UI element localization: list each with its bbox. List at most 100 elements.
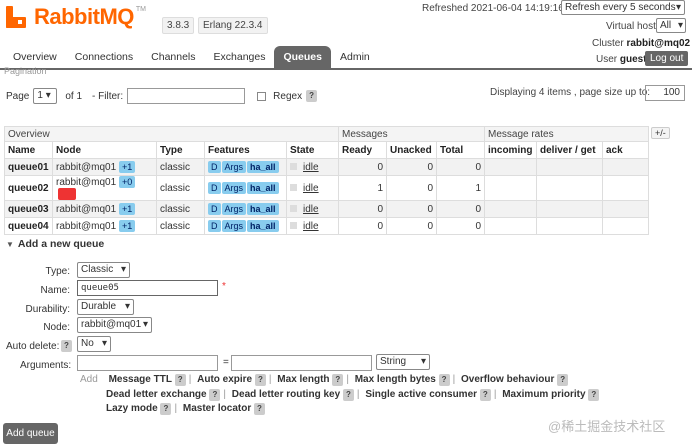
page-size-input[interactable]: 100	[645, 85, 685, 101]
col-incoming[interactable]: incoming	[484, 141, 537, 159]
page-select[interactable]: 1 ▾	[33, 88, 58, 104]
help-icon[interactable]: ?	[342, 389, 354, 401]
arg-auto-expire[interactable]: Auto expire	[197, 374, 252, 385]
triangle-down-icon: ▼	[6, 240, 14, 249]
policy-badge: ha_all	[247, 220, 279, 232]
col-state[interactable]: State	[286, 141, 339, 159]
queue-state: idle	[286, 158, 339, 176]
queue-type: classic	[156, 175, 205, 201]
node-select[interactable]: rabbit@mq01 ▾	[77, 317, 152, 333]
col-ready[interactable]: Ready	[338, 141, 387, 159]
argument-value-input[interactable]	[231, 355, 372, 371]
col-total[interactable]: Total	[436, 141, 485, 159]
arg-dead-letter-routing-key[interactable]: Dead letter routing key	[232, 389, 340, 400]
argument-type-select[interactable]: String ▾	[376, 354, 430, 370]
chevron-down-icon: ▾	[120, 264, 126, 275]
required-marker: *	[222, 281, 226, 292]
auto-delete-label: Auto delete:	[6, 341, 60, 352]
arg-single-active-consumer[interactable]: Single active consumer	[365, 389, 477, 400]
col-node[interactable]: Node	[52, 141, 157, 159]
help-icon[interactable]: ?	[557, 374, 569, 386]
policy-badge: ha_all	[247, 203, 279, 215]
help-icon[interactable]: ?	[438, 374, 450, 386]
arg-max-length-bytes[interactable]: Max length bytes	[355, 374, 436, 385]
argument-shortcuts-line3: Lazy mode ? | Master locator ?	[106, 403, 265, 415]
queue-name-link[interactable]: queue03	[4, 200, 53, 218]
chevron-down-icon: ▾	[101, 338, 107, 349]
col-unacked[interactable]: Unacked	[386, 141, 437, 159]
tab-queues[interactable]: Queues	[274, 46, 331, 68]
table-row[interactable]: queue02 rabbit@mq01 +0 classic D Args ha_a…	[4, 175, 649, 201]
col-type[interactable]: Type	[156, 141, 205, 159]
page-of-label: of 1	[65, 90, 83, 102]
type-select[interactable]: Classic ▾	[77, 262, 130, 278]
tab-admin[interactable]: Admin	[331, 46, 379, 68]
help-icon[interactable]: ?	[160, 403, 172, 415]
durability-select[interactable]: Durable ▾	[77, 299, 134, 315]
chevron-down-icon: ▾	[124, 301, 130, 312]
unacked-count: 0	[386, 200, 437, 218]
virtual-host-select[interactable]: All ▾	[656, 18, 686, 33]
arg-lazy-mode[interactable]: Lazy mode	[106, 403, 158, 414]
logout-button[interactable]: Log out	[645, 51, 689, 66]
incoming-rate	[484, 175, 537, 201]
arguments-label: Arguments:	[20, 360, 72, 371]
help-icon[interactable]: ?	[254, 374, 266, 386]
help-icon[interactable]: ?	[174, 374, 186, 386]
unsynced-mirror-icon	[58, 188, 76, 200]
tab-connections[interactable]: Connections	[66, 46, 142, 68]
state-indicator-icon	[290, 184, 297, 192]
refresh-interval-select[interactable]: Refresh every 5 seconds ▾	[561, 0, 685, 15]
arg-maximum-priority[interactable]: Maximum priority	[502, 389, 585, 400]
queue-name-input[interactable]: queue05	[77, 280, 218, 296]
chevron-down-icon: ▾	[142, 319, 148, 330]
table-row[interactable]: queue01 rabbit@mq01 +1 classic D Args ha_a…	[4, 158, 649, 176]
auto-delete-help-icon[interactable]: ?	[61, 340, 72, 352]
trademark: TM	[135, 6, 146, 13]
col-deliver-get[interactable]: deliver / get	[536, 141, 603, 159]
help-icon[interactable]: ?	[254, 403, 265, 415]
tab-exchanges[interactable]: Exchanges	[205, 46, 275, 68]
argument-key-input[interactable]	[77, 355, 218, 371]
durability-label: Durability:	[25, 304, 70, 315]
queue-name-link[interactable]: queue02	[4, 175, 53, 201]
arg-overflow-behaviour[interactable]: Overflow behaviour	[461, 374, 554, 385]
add-queue-toggle[interactable]: ▼ Add a new queue	[6, 238, 104, 250]
queue-name-link[interactable]: queue01	[4, 158, 53, 176]
help-icon[interactable]: ?	[209, 389, 221, 401]
table-row[interactable]: queue04 rabbit@mq01 +1 classic D Args ha_a…	[4, 217, 649, 235]
arg-dead-letter-exchange[interactable]: Dead letter exchange	[106, 389, 207, 400]
queue-features: D Args ha_all	[204, 200, 287, 218]
group-overview: Overview	[4, 126, 339, 142]
auto-delete-select[interactable]: No ▾	[77, 336, 111, 352]
tab-divider	[0, 68, 692, 70]
tab-overview[interactable]: Overview	[4, 46, 66, 68]
cluster-info: Cluster rabbit@mq02	[592, 38, 691, 49]
table-row[interactable]: queue03 rabbit@mq01 +1 classic D Args ha_a…	[4, 200, 649, 218]
queue-state: idle	[286, 175, 339, 201]
pagination-heading[interactable]: Pagination	[4, 66, 47, 76]
unacked-count: 0	[386, 158, 437, 176]
arg-master-locator[interactable]: Master locator	[183, 403, 251, 414]
col-features[interactable]: Features	[204, 141, 287, 159]
help-icon[interactable]: ?	[479, 389, 491, 401]
arg-message-ttl[interactable]: Message TTL	[109, 374, 172, 385]
tab-channels[interactable]: Channels	[142, 46, 204, 68]
regex-checkbox[interactable]	[257, 91, 267, 101]
args-badge: Args	[221, 161, 247, 173]
equals-sign: =	[223, 357, 229, 368]
rabbitmq-logo[interactable]: RabbitMQ TM	[6, 6, 146, 28]
mirror-badge: +0	[118, 176, 136, 188]
arg-max-length[interactable]: Max length	[277, 374, 329, 385]
add-queue-button[interactable]: Add queue	[3, 423, 58, 444]
queue-name-link[interactable]: queue04	[4, 217, 53, 235]
queue-node: rabbit@mq01 +1	[52, 217, 157, 235]
help-icon[interactable]: ?	[332, 374, 344, 386]
regex-help-icon[interactable]: ?	[306, 90, 318, 102]
filter-input[interactable]	[127, 88, 246, 104]
argument-shortcuts-line1: Add Message TTL ? | Auto expire ? | Max le…	[80, 374, 569, 386]
col-ack[interactable]: ack	[602, 141, 649, 159]
help-icon[interactable]: ?	[588, 389, 600, 401]
column-toggle-button[interactable]: +/-	[651, 127, 670, 139]
col-name[interactable]: Name	[4, 141, 53, 159]
